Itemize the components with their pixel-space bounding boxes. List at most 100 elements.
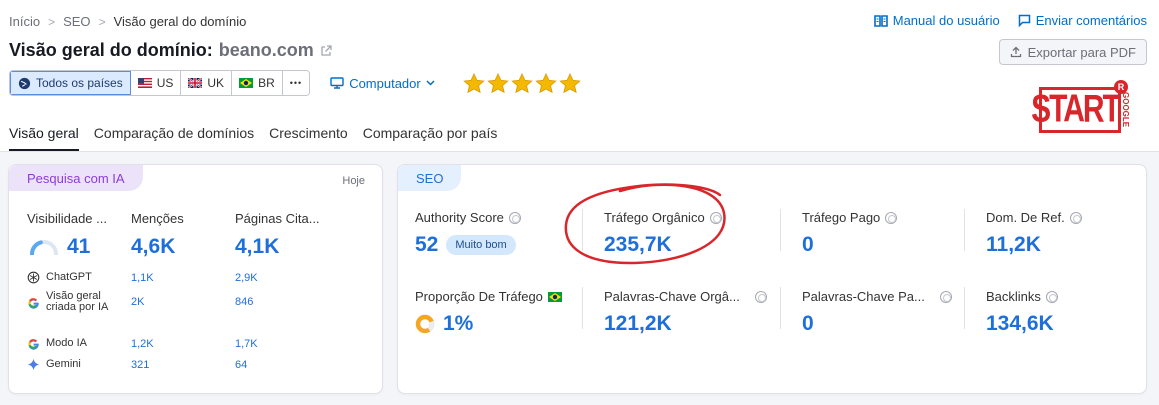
ai-row-label: ChatGPT (46, 271, 92, 283)
page-title-domain[interactable]: beano.com (219, 40, 314, 61)
feedback-link[interactable]: Enviar comentários (1018, 13, 1147, 28)
ai-row-mentions-value[interactable]: 1,1K (131, 272, 154, 284)
filters-bar: Todos os países US UK BR ••• Computador (9, 70, 581, 96)
manual-link[interactable]: Manual do usuário (873, 13, 1000, 28)
ai-row-mentions-value[interactable]: 1,2K (131, 338, 154, 350)
device-selector[interactable]: Computador (330, 76, 435, 91)
tabs: Visão geral Comparação de domínios Cresc… (9, 125, 497, 151)
page-title: Visão geral do domínio: beano.com (9, 40, 332, 61)
date-label: Hoje (342, 175, 365, 187)
divider (780, 287, 781, 329)
backlinks-label: Backlinks (986, 289, 1041, 304)
country-all-label: Todos os países (36, 76, 123, 90)
ai-visibility-value: 41 (67, 235, 91, 258)
ai-row-label: Gemini (46, 358, 81, 370)
tab-country-comparison[interactable]: Comparação por país (363, 125, 498, 151)
country-uk-button[interactable]: UK (181, 71, 233, 95)
organic-keywords-value: 121,2K (604, 312, 672, 335)
start-google-logo: START GOOGLE R (1031, 80, 1130, 133)
ai-search-pill: Pesquisa com IA (9, 165, 143, 191)
info-icon[interactable] (885, 211, 898, 224)
info-icon[interactable] (1045, 290, 1058, 303)
chevron-right-icon: > (48, 14, 56, 29)
globe-icon (18, 77, 31, 89)
ai-row-label: Visão geral criada por IA (46, 290, 109, 313)
breadcrumb-seo[interactable]: SEO (63, 14, 90, 29)
star-icon (558, 72, 581, 93)
ai-visibility-label: Visibilidade ... (27, 211, 107, 226)
desktop-icon (330, 77, 344, 89)
ai-visibility-metric[interactable]: Visibilidade ... 41 (27, 211, 107, 259)
feedback-link-label: Enviar comentários (1035, 13, 1147, 28)
ai-row-ai-overview: Visão geral criada por IA 2K 846 (27, 290, 253, 313)
traffic-share-donut-icon (415, 314, 435, 334)
ai-row-ai-mode: Modo IA 1,2K 1,7K (27, 337, 258, 350)
ai-mentions-value: 4,6K (131, 235, 176, 258)
upload-icon (1010, 46, 1021, 58)
more-icon: ••• (289, 78, 303, 88)
star-icon (486, 72, 509, 93)
info-icon[interactable] (939, 290, 952, 303)
info-icon[interactable] (754, 290, 767, 303)
rating-stars (462, 72, 581, 94)
us-flag-icon (137, 78, 152, 88)
country-uk-label: UK (207, 76, 225, 90)
tab-growth[interactable]: Crescimento (269, 125, 348, 151)
authority-score-metric[interactable]: Authority Score 52 Muito bom (415, 210, 521, 257)
country-br-button[interactable]: BR (232, 71, 283, 95)
manual-link-label: Manual do usuário (892, 13, 1000, 28)
device-label: Computador (349, 75, 421, 91)
ai-mentions-label: Menções (131, 211, 184, 226)
authority-score-value: 52 (415, 233, 439, 256)
paid-traffic-metric[interactable]: Tráfego Pago 0 (802, 210, 898, 257)
tab-domain-comparison[interactable]: Comparação de domínios (94, 125, 254, 151)
highlight-circle-annotation (564, 183, 726, 265)
country-us-button[interactable]: US (130, 71, 182, 95)
book-icon (873, 14, 888, 27)
info-icon[interactable] (508, 211, 521, 224)
ai-row-pages-value[interactable]: 2,9K (235, 272, 258, 284)
more-countries-button[interactable]: ••• (282, 71, 310, 95)
referring-domains-label: Dom. De Ref. (986, 210, 1065, 225)
external-link-icon[interactable] (320, 44, 332, 57)
ai-search-card: Pesquisa com IA Hoje Visibilidade ... 41… (8, 164, 383, 394)
paid-traffic-label: Tráfego Pago (802, 210, 881, 225)
traffic-share-value: 1% (443, 312, 474, 335)
ai-mentions-metric[interactable]: Menções 4,6K (131, 211, 184, 259)
organic-keywords-metric[interactable]: Palavras-Chave Orgâ... 121,2K (604, 289, 767, 336)
divider (582, 287, 583, 329)
divider (964, 209, 965, 251)
paid-keywords-label: Palavras-Chave Pa... (802, 289, 925, 304)
google-icon (28, 339, 39, 350)
ai-cited-pages-metric[interactable]: Páginas Cita... 4,1K (235, 211, 320, 259)
ai-row-mentions-value[interactable]: 2K (131, 296, 144, 308)
ai-row-pages-value[interactable]: 846 (235, 296, 253, 308)
top-links: Manual do usuário Enviar comentários (873, 13, 1147, 28)
breadcrumb-home[interactable]: Início (9, 14, 40, 29)
paid-traffic-value: 0 (802, 233, 814, 256)
info-icon[interactable] (1069, 211, 1082, 224)
breadcrumb: Início > SEO > Visão geral do domínio (9, 14, 246, 29)
ai-row-mentions-value[interactable]: 321 (131, 359, 149, 371)
ai-row-gemini: Gemini 321 64 (27, 358, 247, 371)
country-all-button[interactable]: Todos os países (10, 71, 131, 95)
traffic-share-metric[interactable]: Proporção De Tráfego 1% (415, 289, 562, 336)
uk-flag-icon (188, 78, 203, 88)
export-pdf-button[interactable]: Exportar para PDF (998, 39, 1147, 65)
traffic-share-label: Proporção De Tráfego (415, 289, 543, 304)
authority-badge: Muito bom (446, 235, 516, 255)
backlinks-value: 134,6K (986, 312, 1054, 335)
referring-domains-value: 11,2K (986, 233, 1041, 256)
backlinks-metric[interactable]: Backlinks 134,6K (986, 289, 1058, 336)
visibility-gauge-icon (30, 240, 58, 255)
tab-overview[interactable]: Visão geral (9, 125, 79, 151)
ai-row-pages-value[interactable]: 1,7K (235, 338, 258, 350)
paid-keywords-metric[interactable]: Palavras-Chave Pa... 0 (802, 289, 952, 336)
ai-row-pages-value[interactable]: 64 (235, 359, 247, 371)
star-icon (510, 72, 533, 93)
br-flag-icon (239, 78, 254, 88)
google-icon (28, 297, 39, 309)
country-us-label: US (156, 76, 174, 90)
divider (964, 287, 965, 329)
referring-domains-metric[interactable]: Dom. De Ref. 11,2K (986, 210, 1082, 257)
